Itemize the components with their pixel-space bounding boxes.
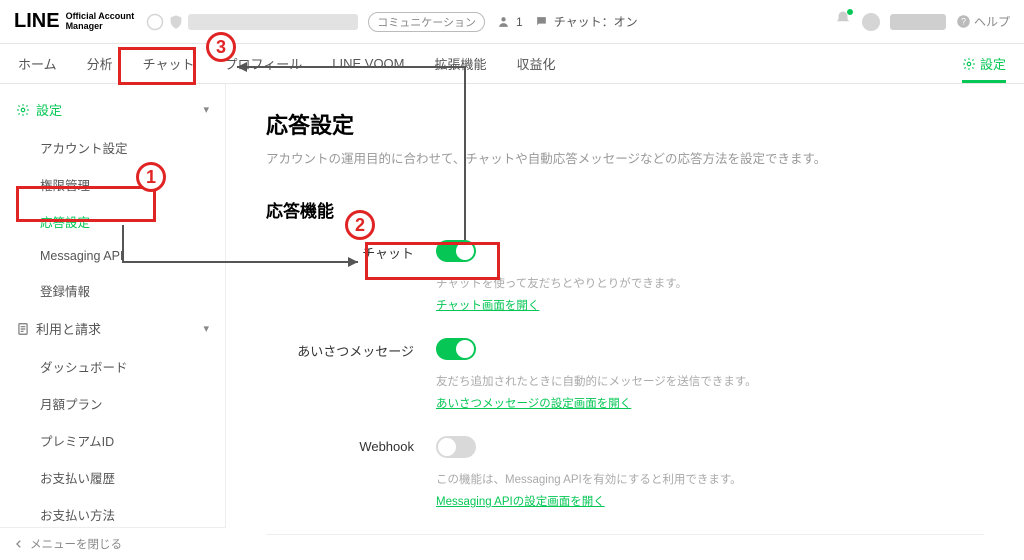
link-greeting-settings[interactable]: あいさつメッセージの設定画面を開く xyxy=(436,395,631,411)
main-content: 応答設定 アカウントの運用目的に合わせて、チャットや自動応答メッセージなどの応答… xyxy=(226,84,1024,560)
sidebar-item-premium-id[interactable]: プレミアムID xyxy=(0,422,225,459)
tab-chat[interactable]: チャット xyxy=(143,44,195,83)
sidebar-item-messaging-api[interactable]: Messaging API xyxy=(0,240,225,272)
sidebar-item-plan[interactable]: 月額プラン xyxy=(0,385,225,422)
avatar[interactable] xyxy=(862,13,880,31)
svg-text:?: ? xyxy=(961,17,966,27)
toggle-webhook[interactable] xyxy=(436,436,476,458)
tab-monetize[interactable]: 収益化 xyxy=(517,44,556,83)
account-name-redacted xyxy=(188,14,358,30)
person-icon xyxy=(497,15,510,28)
toggle-chat[interactable] xyxy=(436,240,476,262)
account-bar xyxy=(146,13,358,31)
page-description: アカウントの運用目的に合わせて、チャットや自動応答メッセージなどの応答方法を設定… xyxy=(266,148,984,167)
logo-area: LINE Official Account Manager xyxy=(14,10,134,33)
member-stat: 1 xyxy=(497,15,523,29)
sidebar-item-registration[interactable]: 登録情報 xyxy=(0,272,225,309)
sidebar-item-permission[interactable]: 権限管理 xyxy=(0,166,225,203)
row-webhook: Webhook この機能は、Messaging APIを有効にすると利用できます… xyxy=(266,436,984,510)
help-link[interactable]: ? ヘルプ xyxy=(956,13,1010,30)
user-name-redacted xyxy=(890,14,946,30)
sidebar-item-account[interactable]: アカウント設定 xyxy=(0,129,225,166)
row-greeting: あいさつメッセージ 友だち追加されたときに自動的にメッセージを送信できます。 あ… xyxy=(266,338,984,412)
header-right: ? ヘルプ xyxy=(834,10,1010,33)
app-header: LINE Official Account Manager コミュニケーション … xyxy=(0,0,1024,44)
divider xyxy=(266,534,984,535)
hint-text: 友だち追加されたときに自動的にメッセージを送信できます。 xyxy=(436,373,984,389)
sidebar-head-settings[interactable]: 設定 ▾ xyxy=(0,90,225,129)
gear-icon xyxy=(16,103,30,117)
sidebar-head-billing[interactable]: 利用と請求 ▾ xyxy=(0,309,225,348)
link-open-chat[interactable]: チャット画面を開く xyxy=(436,297,539,313)
tab-settings[interactable]: 設定 xyxy=(962,44,1006,83)
logo: LINE xyxy=(14,10,60,33)
section-heading-features: 応答機能 xyxy=(266,197,984,222)
row-chat: チャット チャットを使って友だちとやりとりができます。 チャット画面を開く xyxy=(266,240,984,314)
row-label: あいさつメッセージ xyxy=(266,338,436,360)
chat-bubble-icon xyxy=(535,15,548,28)
logo-subtitle: Official Account Manager xyxy=(66,12,135,31)
hint-text: この機能は、Messaging APIを有効にすると利用できます。 xyxy=(436,471,984,487)
sidebar-item-dashboard[interactable]: ダッシュボード xyxy=(0,348,225,385)
toggle-greeting[interactable] xyxy=(436,338,476,360)
tab-analytics[interactable]: 分析 xyxy=(87,44,113,83)
tab-voom[interactable]: LINE VOOM xyxy=(332,46,404,81)
sidebar-item-response[interactable]: 応答設定 xyxy=(0,203,225,240)
user-circle-icon xyxy=(146,13,164,31)
notification-icon[interactable] xyxy=(834,10,852,33)
tab-home[interactable]: ホーム xyxy=(18,44,57,83)
tab-extensions[interactable]: 拡張機能 xyxy=(435,44,487,83)
page-title: 応答設定 xyxy=(266,108,984,140)
close-menu-button[interactable]: メニューを閉じる xyxy=(0,527,226,560)
row-label: チャット xyxy=(266,240,436,262)
chevron-down-icon: ▾ xyxy=(203,103,209,116)
plan-pill: コミュニケーション xyxy=(368,12,485,32)
chevron-down-icon: ▾ xyxy=(203,322,209,335)
hint-text: チャットを使って友だちとやりとりができます。 xyxy=(436,275,984,291)
row-label: Webhook xyxy=(266,436,436,454)
document-icon xyxy=(16,322,30,336)
chat-status: チャット：オン xyxy=(535,13,638,30)
shield-check-icon xyxy=(168,14,184,30)
tab-profile[interactable]: プロフィール xyxy=(225,44,303,83)
main-tabs: ホーム 分析 チャット プロフィール LINE VOOM 拡張機能 収益化 設定 xyxy=(0,44,1024,84)
gear-icon xyxy=(962,57,976,71)
link-messaging-api-settings[interactable]: Messaging APIの設定画面を開く xyxy=(436,493,605,509)
sidebar-item-pay-history[interactable]: お支払い履歴 xyxy=(0,459,225,496)
chevron-left-icon xyxy=(14,539,24,549)
sidebar: 設定 ▾ アカウント設定 権限管理 応答設定 Messaging API 登録情… xyxy=(0,84,226,560)
help-icon: ? xyxy=(956,14,971,29)
